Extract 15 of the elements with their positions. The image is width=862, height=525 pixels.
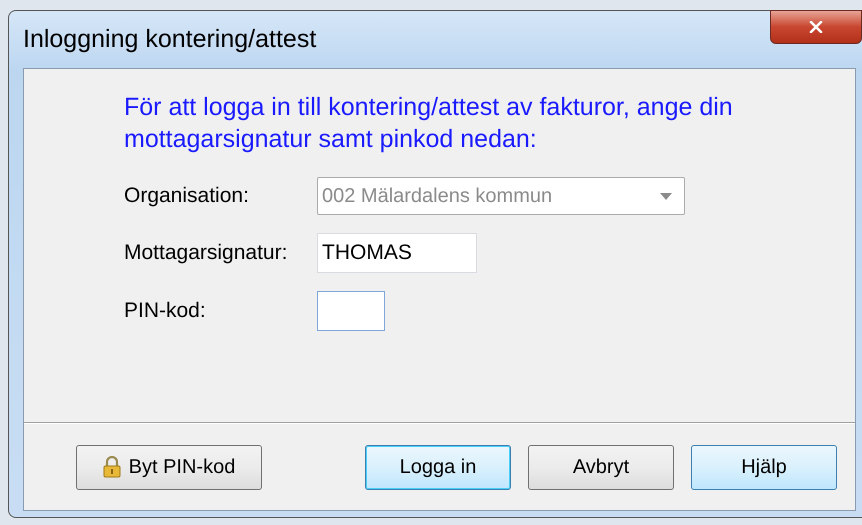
pin-field[interactable] [317, 291, 385, 331]
instruction-text: För att logga in till kontering/attest av fakturor, ange din mottagarsignatur samt pinkod nedan: [124, 92, 734, 155]
field-label: Organisation: [124, 184, 250, 208]
dialog-button[interactable]: Logga in [365, 444, 511, 490]
dialog-button[interactable]: Avbryt [528, 444, 674, 490]
field-label: Mottagarsignatur: [124, 241, 288, 265]
field-label: PIN-kod: [124, 299, 207, 323]
close-button[interactable] [770, 10, 862, 44]
close-icon [809, 21, 823, 33]
padlock-icon [102, 456, 121, 478]
dialog-button[interactable]: Hjälp [691, 444, 837, 490]
window-title: Inloggning kontering/attest [23, 25, 316, 54]
dropdown-arrow-icon [660, 192, 672, 200]
signature-field[interactable]: THOMAS [317, 233, 477, 273]
dialog-button[interactable]: Byt PIN-kod [76, 444, 262, 490]
